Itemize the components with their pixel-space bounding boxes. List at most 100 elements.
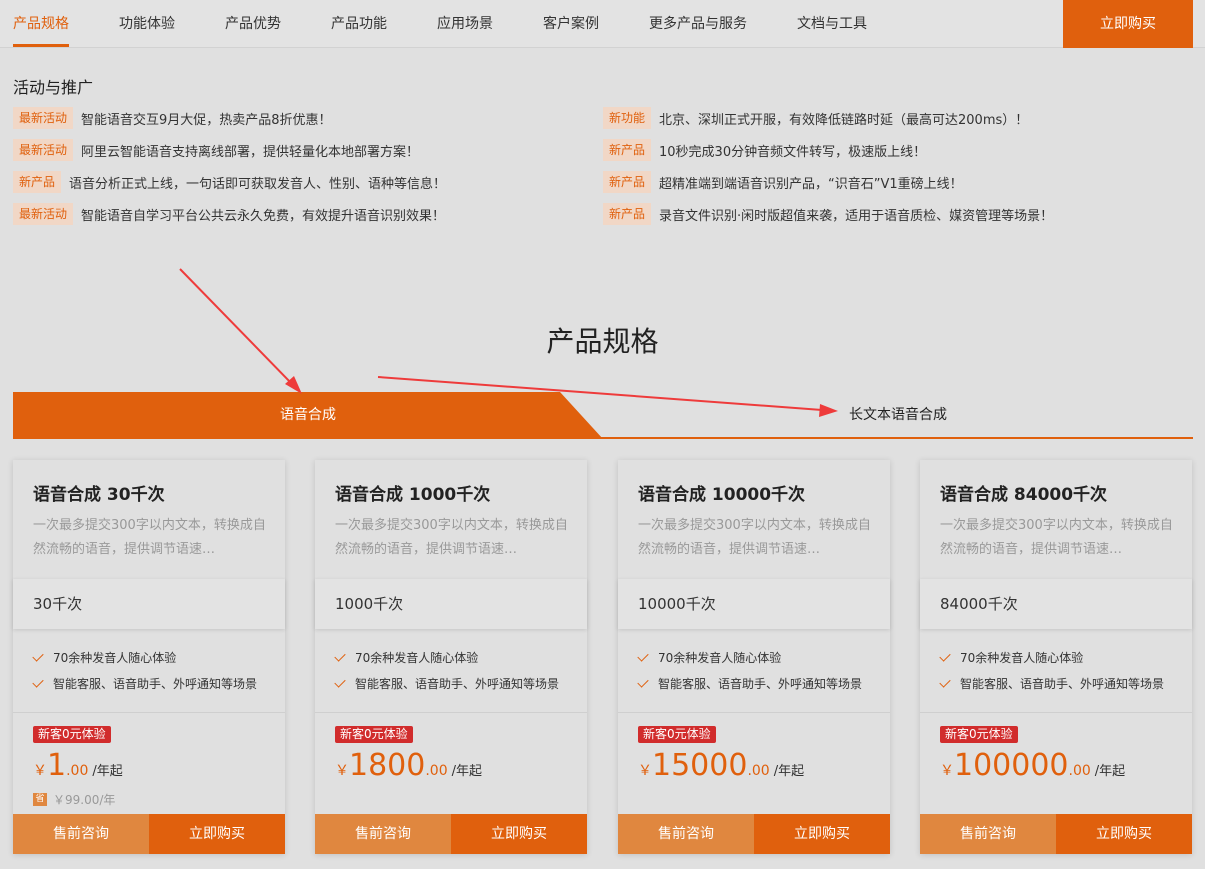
plan-spec-option[interactable]: 10000千次: [618, 579, 890, 629]
new-customer-badge: 新客0元体验: [33, 726, 111, 743]
nav-item-feature-demo[interactable]: 功能体验: [119, 0, 175, 48]
price-currency: ￥: [638, 763, 652, 779]
promo-item[interactable]: 新功能 北京、深圳正式开服，有效降低链路时延（最高可达200ms）！: [603, 106, 1028, 130]
spec-tabs: 语音合成 长文本语音合成: [13, 392, 1193, 440]
promo-text[interactable]: 阿里云智能语音支持离线部署，提供轻量化本地部署方案！: [81, 141, 419, 160]
plan-feature: 70余种发音人随心体验: [32, 649, 176, 666]
nav-item-product-spec[interactable]: 产品规格: [13, 0, 69, 48]
buy-now-button[interactable]: 立即购买: [1056, 814, 1192, 854]
price-unit: /年起: [92, 764, 123, 779]
price-integer: 1800: [349, 748, 426, 783]
promotions-title: 活动与推广: [13, 78, 94, 97]
plan-price: ￥1800.00/年起: [335, 748, 482, 783]
plan-feature-text: 智能客服、语音助手、外呼通知等场景: [960, 677, 1165, 691]
check-icon: [334, 675, 346, 688]
plan-title: 语音合成 30千次: [33, 485, 165, 505]
promo-text[interactable]: 10秒完成30分钟音频文件转写，极速版上线！: [659, 141, 926, 160]
promo-item[interactable]: 最新活动 智能语音自学习平台公共云永久免费，有效提升语音识别效果！: [13, 202, 445, 226]
new-customer-badge: 新客0元体验: [940, 726, 1018, 743]
tab-tts[interactable]: 语音合成: [13, 392, 603, 439]
promo-item[interactable]: 新产品 录音文件识别·闲时版超值来袭，适用于语音质检、媒资管理等场景！: [603, 202, 1053, 226]
plan-card: 语音合成 1000千次 一次最多提交300字以内文本，转换成自然流畅的语音，提供…: [315, 460, 587, 854]
price-decimal: .00: [425, 763, 448, 779]
plan-feature-text: 70余种发音人随心体验: [355, 651, 479, 665]
plan-price: ￥15000.00/年起: [638, 748, 804, 783]
price-unit: /年起: [773, 764, 805, 779]
promo-tag: 新产品: [603, 171, 652, 193]
promo-text[interactable]: 语音分析正式上线，一句话即可获取发音人、性别、语种等信息！: [69, 173, 446, 192]
plan-price: ￥1.00/年起: [33, 748, 123, 783]
plan-description: 一次最多提交300字以内文本，转换成自然流畅的语音，提供调节语速…: [33, 518, 266, 557]
nav-item-functions[interactable]: 产品功能: [331, 0, 387, 48]
plan-feature-text: 智能客服、语音助手、外呼通知等场景: [53, 677, 258, 691]
presales-consult-button[interactable]: 售前咨询: [920, 814, 1056, 854]
plan-price: ￥100000.00/年起: [940, 748, 1125, 783]
buy-now-button[interactable]: 立即购买: [754, 814, 890, 854]
buy-now-button[interactable]: 立即购买: [451, 814, 587, 854]
promo-text[interactable]: 录音文件识别·闲时版超值来袭，适用于语音质检、媒资管理等场景！: [659, 205, 1053, 224]
promo-tag: 新产品: [13, 171, 62, 193]
card-divider: [618, 712, 890, 713]
price-unit: /年起: [451, 764, 483, 779]
nav-item-scenarios[interactable]: 应用场景: [437, 0, 493, 48]
promo-text[interactable]: 超精准端到端语音识别产品，“识音石”V1重磅上线！: [659, 173, 963, 192]
plan-feature: 智能客服、语音助手、外呼通知等场景: [32, 675, 258, 692]
plan-feature: 70余种发音人随心体验: [637, 649, 782, 666]
plan-feature: 智能客服、语音助手、外呼通知等场景: [334, 675, 560, 692]
promo-item[interactable]: 最新活动 阿里云智能语音支持离线部署，提供轻量化本地部署方案！: [13, 138, 419, 162]
plan-card: 语音合成 30千次 一次最多提交300字以内文本，转换成自然流畅的语音，提供调节…: [13, 460, 285, 854]
card-divider: [920, 712, 1192, 713]
promo-tag: 新功能: [603, 107, 652, 129]
plan-feature-text: 70余种发音人随心体验: [658, 651, 782, 665]
price-decimal: .00: [747, 763, 770, 779]
plan-feature-text: 智能客服、语音助手、外呼通知等场景: [355, 677, 560, 691]
nav-item-more-products[interactable]: 更多产品与服务: [649, 0, 747, 48]
promo-text[interactable]: 智能语音自学习平台公共云永久免费，有效提升语音识别效果！: [81, 205, 445, 224]
plan-title: 语音合成 10000千次: [638, 485, 806, 505]
price-currency: ￥: [940, 763, 954, 779]
nav-buy-button[interactable]: 立即购买: [1063, 0, 1193, 48]
promo-item[interactable]: 新产品 语音分析正式上线，一句话即可获取发音人、性别、语种等信息！: [13, 170, 446, 194]
plan-title: 语音合成 84000千次: [940, 485, 1108, 505]
buy-now-button[interactable]: 立即购买: [149, 814, 285, 854]
price-integer: 1: [47, 748, 67, 783]
presales-consult-button[interactable]: 售前咨询: [315, 814, 451, 854]
plan-spec-option[interactable]: 30千次: [13, 579, 285, 629]
plan-title: 语音合成 1000千次: [335, 485, 491, 505]
nav-item-cases[interactable]: 客户案例: [543, 0, 599, 48]
promo-tag: 新产品: [603, 139, 652, 161]
plan-description: 一次最多提交300字以内文本，转换成自然流畅的语音，提供调节语速…: [638, 518, 871, 557]
presales-consult-button[interactable]: 售前咨询: [618, 814, 754, 854]
price-decimal: .00: [66, 763, 89, 779]
promo-text[interactable]: 北京、深圳正式开服，有效降低链路时延（最高可达200ms）！: [659, 109, 1028, 128]
promo-text[interactable]: 智能语音交互9月大促，热卖产品8折优惠！: [81, 109, 332, 128]
price-unit: /年起: [1094, 764, 1126, 779]
price-integer: 15000: [652, 748, 748, 783]
promo-item[interactable]: 新产品 超精准端到端语音识别产品，“识音石”V1重磅上线！: [603, 170, 963, 194]
check-icon: [637, 649, 649, 662]
original-price-text: ￥99.00/年: [53, 793, 116, 807]
price-integer: 100000: [954, 748, 1069, 783]
plan-feature-text: 70余种发音人随心体验: [960, 651, 1084, 665]
plan-spec-option[interactable]: 1000千次: [315, 579, 587, 629]
plan-feature: 智能客服、语音助手、外呼通知等场景: [637, 675, 862, 692]
nav-item-advantages[interactable]: 产品优势: [225, 0, 281, 48]
promo-tag: 最新活动: [13, 139, 74, 161]
top-nav: 产品规格 功能体验 产品优势 产品功能 应用场景 客户案例 更多产品与服务 文档…: [0, 0, 1205, 48]
check-icon: [32, 649, 44, 662]
presales-consult-button[interactable]: 售前咨询: [13, 814, 149, 854]
price-decimal: .00: [1068, 763, 1091, 779]
card-divider: [315, 712, 587, 713]
plan-card: 语音合成 10000千次 一次最多提交300字以内文本，转换成自然流畅的语音，提…: [618, 460, 890, 854]
promo-tag: 最新活动: [13, 107, 74, 129]
plan-description: 一次最多提交300字以内文本，转换成自然流畅的语音，提供调节语速…: [335, 518, 568, 557]
nav-item-docs-tools[interactable]: 文档与工具: [797, 0, 867, 48]
price-currency: ￥: [33, 763, 47, 779]
tab-long-text-tts[interactable]: 长文本语音合成: [603, 392, 1193, 439]
plan-spec-option[interactable]: 84000千次: [920, 579, 1192, 629]
original-price: 省 ￥99.00/年: [33, 791, 115, 808]
check-icon: [334, 649, 346, 662]
price-currency: ￥: [335, 763, 349, 779]
promo-item[interactable]: 新产品 10秒完成30分钟音频文件转写，极速版上线！: [603, 138, 926, 162]
promo-item[interactable]: 最新活动 智能语音交互9月大促，热卖产品8折优惠！: [13, 106, 332, 130]
